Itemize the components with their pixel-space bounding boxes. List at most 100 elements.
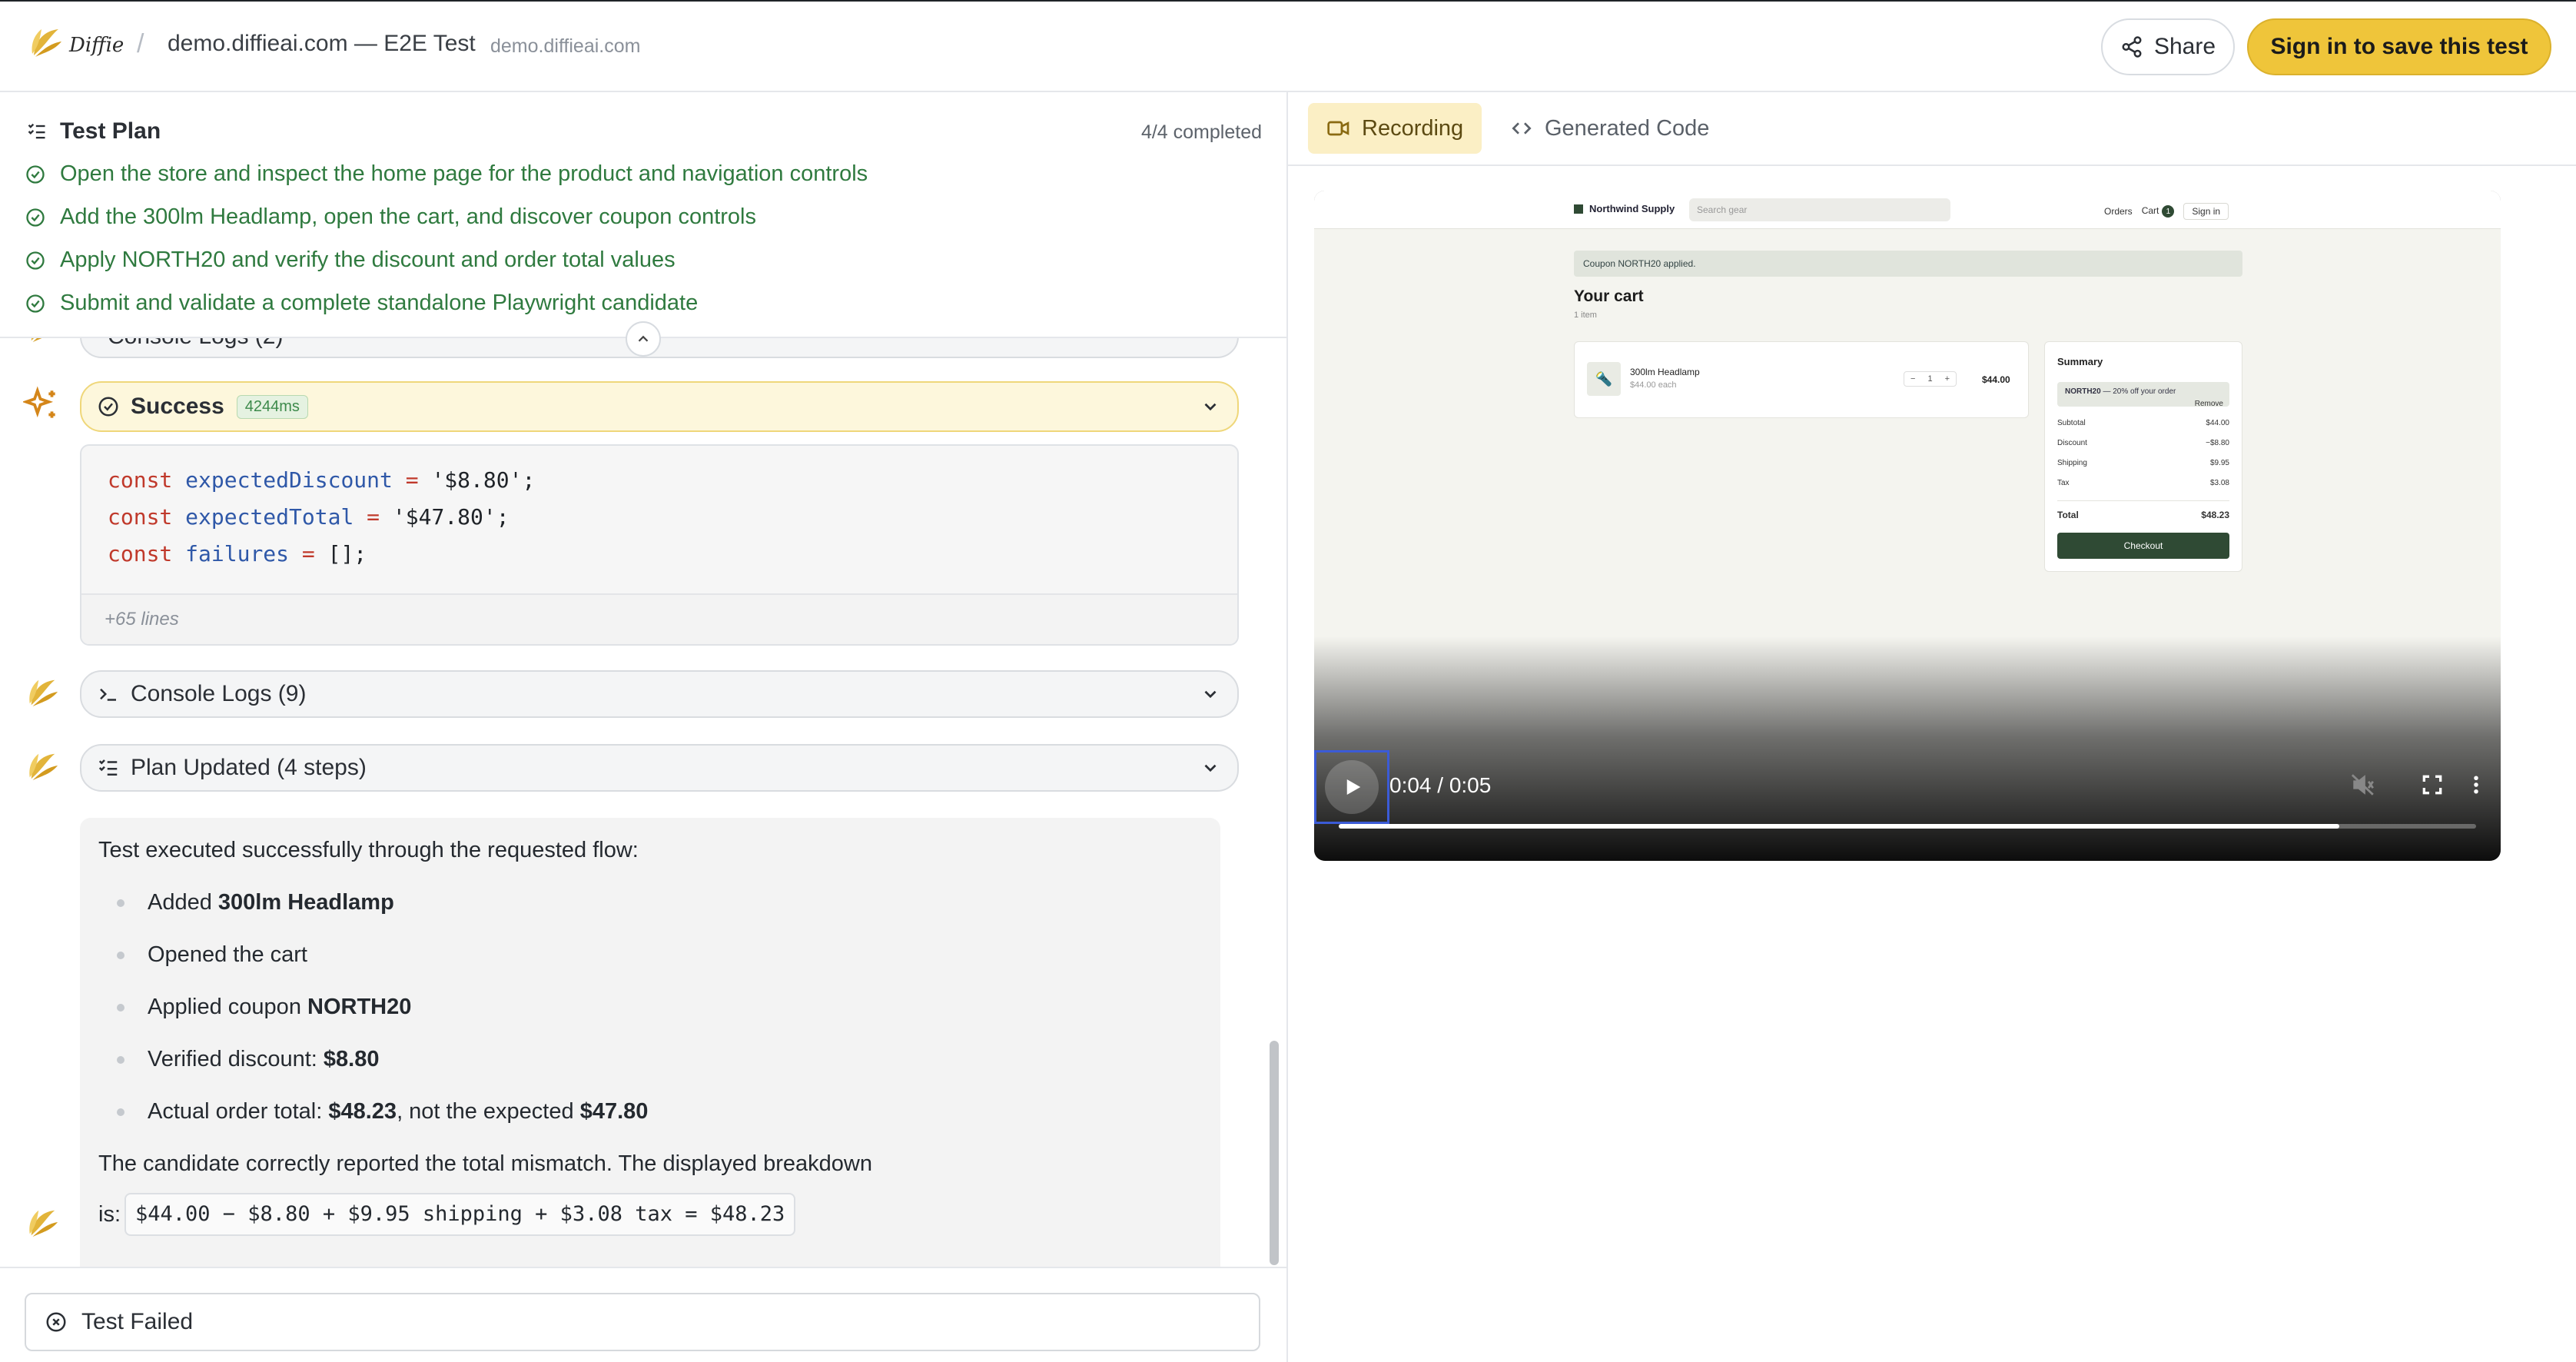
chevron-down-icon	[1204, 403, 1217, 411]
headlamp-icon: 🔦	[1587, 362, 1621, 396]
fullscreen-button[interactable]	[2413, 766, 2452, 804]
summary-row: Discount −$8.80	[2057, 439, 2229, 447]
tab-generated-code[interactable]: Generated Code	[1491, 103, 1728, 154]
diffie-leaf-icon	[29, 1210, 58, 1237]
agent-message: Test executed successfully through the r…	[80, 818, 1220, 1334]
chevron-down-icon	[1204, 690, 1217, 699]
more-options-button[interactable]	[2462, 766, 2490, 804]
share-label: Share	[2153, 34, 2216, 59]
summary-total: Total $48.23	[2057, 510, 2229, 520]
console-logs-label: Console Logs (9)	[131, 681, 307, 706]
test-plan: Test Plan 4/4 completed Open the store a…	[0, 92, 1286, 338]
muted-speaker-icon	[2351, 774, 2374, 796]
diffie-avatar	[23, 673, 61, 712]
feed-scrollbar[interactable]	[1270, 1041, 1279, 1265]
share-icon	[2122, 36, 2142, 58]
cart-line-item: 🔦 300lm Headlamp $44.00 each −1 + $44.00	[1574, 341, 2029, 418]
page-domain: demo.diffieai.com	[490, 35, 641, 57]
sparkle-icon	[23, 386, 55, 418]
message-conclusion-is: is:	[98, 1202, 121, 1227]
code-icon	[1512, 122, 1532, 135]
diffie-logo[interactable]: Diffie	[28, 25, 124, 60]
check-circle-icon	[26, 294, 45, 313]
success-label: Success	[131, 394, 224, 419]
message-intro: Test executed successfully through the r…	[98, 838, 639, 862]
store-logo-icon	[1574, 204, 1583, 214]
duration-badge: 4244ms	[236, 394, 308, 419]
play-circle	[1325, 760, 1379, 814]
plan-step-label: Submit and validate a complete standalon…	[60, 291, 699, 315]
checklist-icon	[28, 123, 45, 139]
x-circle-icon	[46, 1312, 66, 1332]
video-time: 0:04 / 0:05	[1389, 773, 1492, 797]
breakdown-code: $44.00 − $8.80 + $9.95 shipping + $3.08 …	[124, 1193, 796, 1236]
play-button[interactable]	[1314, 750, 1389, 824]
store-nav-links: Orders Cart 1 Sign in	[2104, 203, 2229, 220]
applied-coupon: NORTH20 — 20% off your order Remove	[2057, 382, 2229, 408]
video-progress-fill	[1339, 824, 2340, 829]
status-bar: Test Failed	[0, 1267, 1286, 1362]
top-header: Diffie / demo.diffieai.com — E2E Test de…	[0, 0, 2576, 92]
right-panel: Recording Generated Code Northwind Suppl…	[1288, 92, 2576, 1362]
success-result[interactable]: Success 4244ms	[80, 381, 1239, 432]
store-nav-signin: Sign in	[2183, 203, 2229, 220]
plan-step: Apply NORTH20 and verify the discount an…	[25, 247, 676, 273]
store-nav-cart: Cart 1	[2142, 205, 2175, 218]
tab-generated-code-label: Generated Code	[1545, 115, 1710, 141]
more-lines-link[interactable]: +65 lines	[81, 593, 1237, 644]
diffie-leaf-icon	[29, 679, 58, 707]
breadcrumb-separator: /	[137, 29, 144, 58]
order-summary: Summary NORTH20 — 20% off your order Remo…	[2044, 341, 2242, 572]
list-item: Added 300lm Headlamp	[117, 890, 394, 915]
collapse-plan-button[interactable]	[626, 321, 661, 357]
fullscreen-icon	[2422, 775, 2442, 795]
store-search: Search gear	[1689, 198, 1950, 221]
store-logo: Northwind Supply	[1574, 203, 1675, 214]
right-tabs: Recording Generated Code	[1288, 92, 2576, 166]
sign-in-button[interactable]: Sign in to save this test	[2247, 18, 2551, 75]
list-item: Verified discount: $8.80	[117, 1047, 380, 1072]
test-plan-title: Test Plan	[60, 118, 161, 144]
summary-row: Tax $3.08	[2057, 479, 2229, 487]
plan-updated-item[interactable]: Plan Updated (4 steps)	[80, 744, 1239, 792]
code-line: const failures = [];	[108, 541, 367, 566]
tab-recording[interactable]: Recording	[1308, 103, 1482, 154]
list-item: Applied coupon NORTH20	[117, 995, 411, 1020]
test-failed-status: Test Failed	[25, 1293, 1260, 1351]
summary-divider	[2057, 500, 2229, 501]
cart-count-badge: 1	[2162, 205, 2175, 218]
recording-video-player[interactable]: Northwind Supply Search gear Orders Cart…	[1314, 191, 2501, 861]
diffie-avatar	[23, 1204, 61, 1242]
cart-item-price: $44.00	[1982, 374, 2010, 385]
summary-row: Shipping $9.95	[2057, 459, 2229, 467]
console-logs-item[interactable]: Console Logs (9)	[80, 670, 1239, 718]
message-conclusion: The candidate correctly reported the tot…	[98, 1151, 872, 1176]
diffie-avatar	[23, 747, 61, 786]
plan-step: Add the 300lm Headlamp, open the cart, a…	[25, 204, 756, 230]
test-failed-label: Test Failed	[81, 1309, 194, 1334]
plan-step: Submit and validate a complete standalon…	[25, 291, 698, 316]
sparkle-avatar	[23, 386, 61, 424]
checkout-button: Checkout	[2057, 533, 2229, 559]
plan-step: Open the store and inspect the home page…	[25, 161, 868, 187]
checklist-icon	[98, 759, 118, 776]
code-preview: const expectedDiscount = '$8.80'; const …	[80, 444, 1239, 646]
test-plan-header[interactable]: Test Plan	[26, 118, 161, 145]
kebab-menu-icon	[2474, 776, 2478, 794]
store-nav-orders: Orders	[2104, 206, 2133, 217]
logo-text: Diffie	[69, 34, 124, 57]
quantity-stepper: −1 +	[1904, 371, 1957, 387]
share-button[interactable]: Share	[2101, 18, 2235, 75]
check-circle-icon	[26, 164, 45, 184]
video-camera-icon	[1327, 121, 1349, 136]
summary-title: Summary	[2057, 356, 2103, 367]
plan-step-label: Apply NORTH20 and verify the discount an…	[60, 247, 676, 272]
coupon-applied-banner: Coupon NORTH20 applied.	[1574, 251, 2242, 277]
check-circle-icon	[26, 208, 45, 227]
chevron-down-icon	[1204, 764, 1217, 772]
list-item: Actual order total: $48.23, not the expe…	[117, 1099, 648, 1124]
video-progress-bar[interactable]	[1339, 824, 2476, 829]
mute-button[interactable]	[2344, 766, 2382, 804]
plan-step-label: Add the 300lm Headlamp, open the cart, a…	[60, 204, 756, 229]
cart-item-each: $44.00 each	[1630, 380, 1677, 390]
